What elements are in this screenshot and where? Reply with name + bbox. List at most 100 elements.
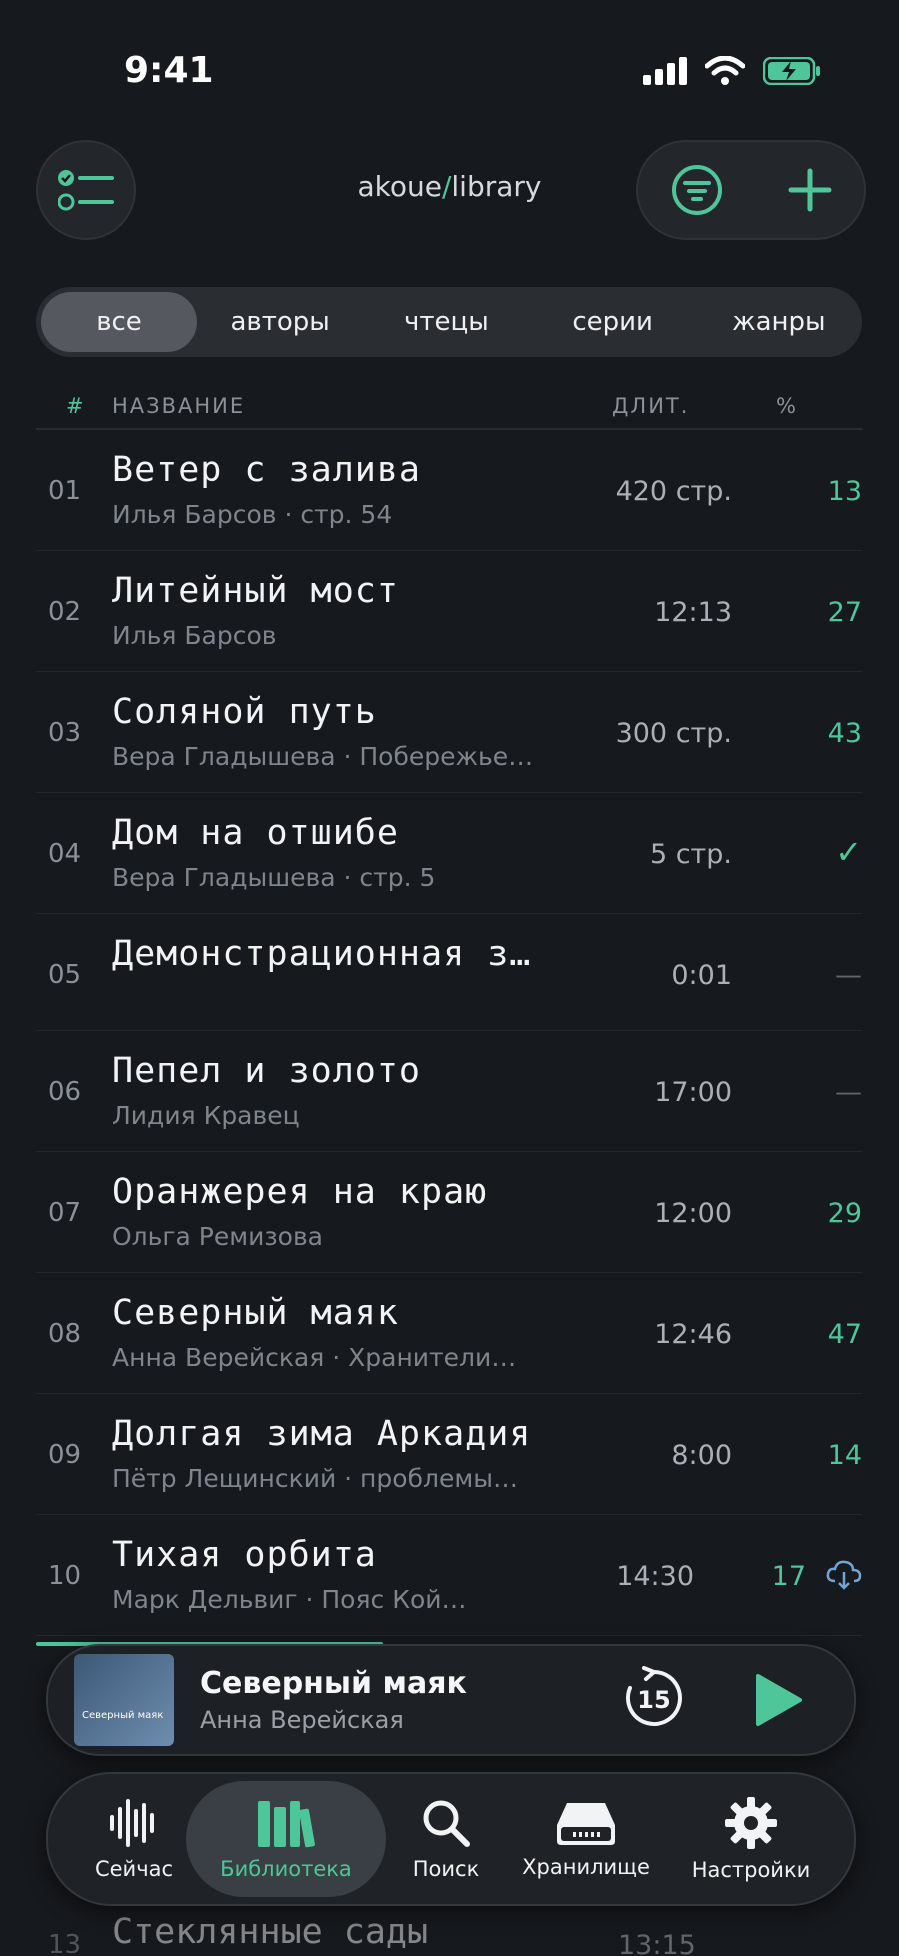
row-number: 07 [48,1198,82,1228]
header-actions [636,140,866,240]
table-row[interactable]: 04 Дом на отшибе Вера Гладышева · стр. 5… [36,793,862,914]
tab-label: Хранилище [522,1855,650,1879]
table-row[interactable]: 09 Долгая зима Аркадия Пётр Лещинский · … [36,1394,862,1515]
column-name[interactable]: НАЗВАНИЕ [112,394,245,418]
row-number: 05 [48,960,82,990]
table-row[interactable]: 10 Тихая орбита Марк Дельвиг · Пояс Кой…… [36,1515,862,1636]
book-subtitle: Ольга Ремизова [112,1222,323,1251]
book-progress: 43 [827,718,862,749]
book-duration: 12:13 [654,597,732,628]
book-title: Дом на отшибе [112,813,399,853]
status-icons [643,56,821,86]
column-percent[interactable]: % [776,394,798,418]
table-row[interactable]: 06 Пепел и золото Лидия Кравец 17:00 — [36,1031,862,1152]
book-subtitle: Илья Барсов [112,621,277,650]
book-duration: 12:00 [654,1198,732,1229]
book-progress: 17 [771,1561,806,1592]
row-number: 06 [48,1077,82,1107]
skip-label: 15 [637,1686,670,1714]
segment-narrators[interactable]: чтецы [363,292,529,352]
tab-label: Сейчас [94,1857,174,1881]
table-row[interactable]: 05 Демонстрационная з… 0:01 — [36,914,862,1031]
cover-text: Северный маяк [82,1710,164,1721]
table-row[interactable]: 03 Соляной путь Вера Гладышева · Побереж… [36,672,862,793]
column-duration[interactable]: ДЛИТ. [612,394,689,418]
play-button[interactable] [754,1672,804,1732]
gear-icon [725,1797,777,1849]
tab-library[interactable]: Библиотека [186,1781,386,1897]
row-number: 13 [48,1930,82,1956]
row-number: 04 [48,839,82,869]
segment-series[interactable]: серии [530,292,696,352]
segment-all[interactable]: все [41,292,197,352]
row-number: 01 [48,476,82,506]
wifi-icon [705,56,745,85]
tab-storage[interactable]: Хранилище [506,1774,666,1904]
book-title: Стеклянные сады [112,1912,429,1952]
tab-search[interactable]: Поиск [386,1774,506,1904]
cloud-download-icon[interactable] [826,1559,862,1591]
tab-now-playing[interactable]: Сейчас [74,1774,194,1904]
book-progress: 47 [827,1319,862,1350]
row-number: 03 [48,718,82,748]
tab-label: Поиск [412,1857,480,1881]
book-title: Соляной путь [112,692,377,732]
segment-authors[interactable]: авторы [197,292,363,352]
book-list: 01 Ветер с залива Илья Барсов · стр. 54 … [0,430,899,1636]
player-title: Северный маяк [200,1666,467,1701]
table-row[interactable]: 07 Оранжерея на краю Ольга Ремизова 12:0… [36,1152,862,1273]
play-icon [756,1674,802,1726]
signal-icon [643,57,687,85]
drive-icon [557,1803,615,1845]
skip-back-button[interactable]: 15 [622,1666,686,1734]
row-number: 02 [48,597,82,627]
book-subtitle: Вера Гладышева · стр. 5 [112,863,436,892]
book-duration: 8:00 [671,1440,732,1471]
cover-art: Северный маяк [74,1654,174,1746]
book-duration: 0:01 [671,960,732,991]
column-number[interactable]: # [66,394,86,418]
book-subtitle: Анна Верейская · Хранители… [112,1343,517,1372]
book-duration: 300 стр. [615,718,732,749]
table-header: # НАЗВАНИЕ ДЛИТ. % [0,392,899,432]
tab-settings[interactable]: Настройки [676,1774,826,1904]
book-progress: — [835,960,862,991]
book-duration: 420 стр. [615,476,732,507]
row-number: 08 [48,1319,82,1349]
mini-player[interactable]: Северный маяк Северный маяк Анна Верейск… [46,1644,856,1756]
segment-genres[interactable]: жанры [696,292,862,352]
book-progress: 14 [827,1440,862,1471]
filter-button[interactable] [671,164,723,216]
table-row[interactable]: 02 Литейный мост Илья Барсов 12:13 27 [36,551,862,672]
book-title: Пепел и золото [112,1051,422,1091]
book-title: Литейный мост [112,571,399,611]
book-progress: 29 [827,1198,862,1229]
book-duration: 5 стр. [649,839,732,870]
completed-check-icon: ✓ [835,833,862,871]
book-title: Оранжерея на краю [112,1172,488,1212]
title-separator: / [441,170,452,203]
filter-segmented-control: все авторы чтецы серии жанры [36,287,862,357]
table-row[interactable]: 01 Ветер с залива Илья Барсов · стр. 54 … [36,430,862,551]
row-number: 10 [48,1561,82,1591]
books-icon [258,1801,315,1848]
book-subtitle: Лидия Кравец [112,1101,300,1130]
book-subtitle: Илья Барсов · стр. 54 [112,500,393,529]
book-progress: — [835,1077,862,1108]
book-progress: 27 [827,597,862,628]
book-title: Демонстрационная з… [112,934,532,974]
book-progress: 13 [827,476,862,507]
filter-icon [671,165,722,215]
tab-bar: Сейчас Библиотека Поиск Хранилище Настро… [46,1772,856,1906]
book-subtitle: Пётр Лещинский · проблемы… [112,1464,518,1493]
table-row[interactable]: 08 Северный маяк Анна Верейская · Хранит… [36,1273,862,1394]
add-button[interactable] [788,168,832,212]
book-subtitle: Вера Гладышева · Побережье… [112,742,534,771]
book-duration: 17:00 [654,1077,732,1108]
book-title: Северный маяк [112,1293,399,1333]
waveform-icon [110,1799,154,1847]
status-time: 9:41 [124,50,214,91]
title-app: akoue [357,170,442,203]
book-duration: 14:30 [616,1561,694,1592]
plus-icon [788,168,831,212]
